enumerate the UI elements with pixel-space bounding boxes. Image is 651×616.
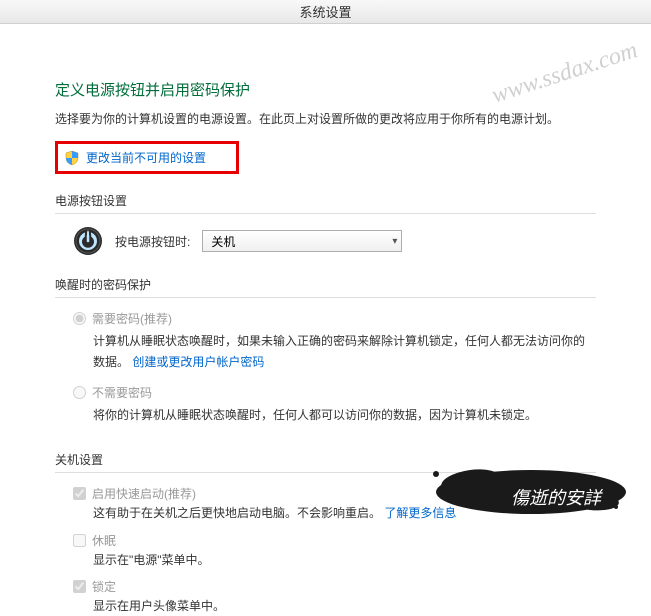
- content-area: 定义电源按钮并启用密码保护 选择要为你的计算机设置的电源设置。在此页上对设置所做…: [0, 24, 651, 616]
- shutdown-check-group: 启用快速启动(推荐) 这有助于在关机之后更快地启动电脑。不会影响重启。 了解更多…: [55, 485, 596, 616]
- check-lock: 锁定 显示在用户头像菜单中。: [73, 578, 596, 616]
- section-password-title: 唤醒时的密码保护: [55, 276, 596, 298]
- power-icon: [73, 226, 103, 256]
- check-hibernate-label: 休眠: [92, 532, 116, 549]
- power-button-value: 关机: [211, 233, 235, 250]
- check-fast-startup: 启用快速启动(推荐) 这有助于在关机之后更快地启动电脑。不会影响重启。 了解更多…: [73, 485, 596, 523]
- chevron-down-icon: ▾: [392, 236, 397, 247]
- check-hibernate-input[interactable]: [73, 534, 86, 547]
- page-description: 选择要为你的计算机设置的电源设置。在此页上对设置所做的更改将应用于你所有的电源计…: [55, 110, 596, 129]
- check-lock-label: 锁定: [92, 578, 116, 595]
- radio-require-label: 需要密码(推荐): [92, 310, 172, 327]
- radio-no-password-input[interactable]: [73, 386, 86, 399]
- learn-more-link[interactable]: 了解更多信息: [384, 506, 456, 520]
- power-button-dropdown[interactable]: 关机 ▾: [202, 230, 402, 252]
- radio-require-input[interactable]: [73, 312, 86, 325]
- radio-no-password-label: 不需要密码: [92, 384, 152, 401]
- section-shutdown-title: 关机设置: [55, 451, 596, 473]
- title-bar: 系统设置: [0, 0, 651, 24]
- check-lock-input[interactable]: [73, 580, 86, 593]
- section-power-button-title: 电源按钮设置: [55, 192, 596, 214]
- power-button-row: 按电源按钮时: 关机 ▾: [55, 226, 596, 256]
- radio-require-desc: 计算机从睡眠状态唤醒时，如果未输入正确的密码来解除计算机锁定，任何人都无法访问你…: [73, 331, 596, 372]
- password-radio-group: 需要密码(推荐) 计算机从睡眠状态唤醒时，如果未输入正确的密码来解除计算机锁定，…: [55, 310, 596, 425]
- title-text: 系统设置: [299, 2, 351, 21]
- check-fast-input[interactable]: [73, 487, 86, 500]
- check-lock-desc: 显示在用户头像菜单中。: [73, 597, 596, 616]
- create-password-link[interactable]: 创建或更改用户帐户密码: [132, 355, 264, 369]
- check-hibernate: 休眠 显示在"电源"菜单中。: [73, 532, 596, 570]
- radio-require-password: 需要密码(推荐) 计算机从睡眠状态唤醒时，如果未输入正确的密码来解除计算机锁定，…: [73, 310, 596, 372]
- change-unavailable-settings-link[interactable]: 更改当前不可用的设置: [86, 149, 206, 166]
- check-fast-label: 启用快速启动(推荐): [92, 485, 196, 502]
- radio-no-password: 不需要密码 将你的计算机从睡眠状态唤醒时，任何人都可以访问你的数据，因为计算机未…: [73, 384, 596, 425]
- change-settings-highlight: 更改当前不可用的设置: [55, 141, 239, 174]
- check-fast-desc: 这有助于在关机之后更快地启动电脑。不会影响重启。 了解更多信息: [73, 504, 596, 523]
- check-hibernate-desc: 显示在"电源"菜单中。: [73, 551, 596, 570]
- page-heading: 定义电源按钮并启用密码保护: [55, 79, 596, 100]
- radio-no-password-desc: 将你的计算机从睡眠状态唤醒时，任何人都可以访问你的数据，因为计算机未锁定。: [73, 405, 596, 425]
- shield-icon: [64, 150, 80, 166]
- power-button-label: 按电源按钮时:: [115, 233, 190, 250]
